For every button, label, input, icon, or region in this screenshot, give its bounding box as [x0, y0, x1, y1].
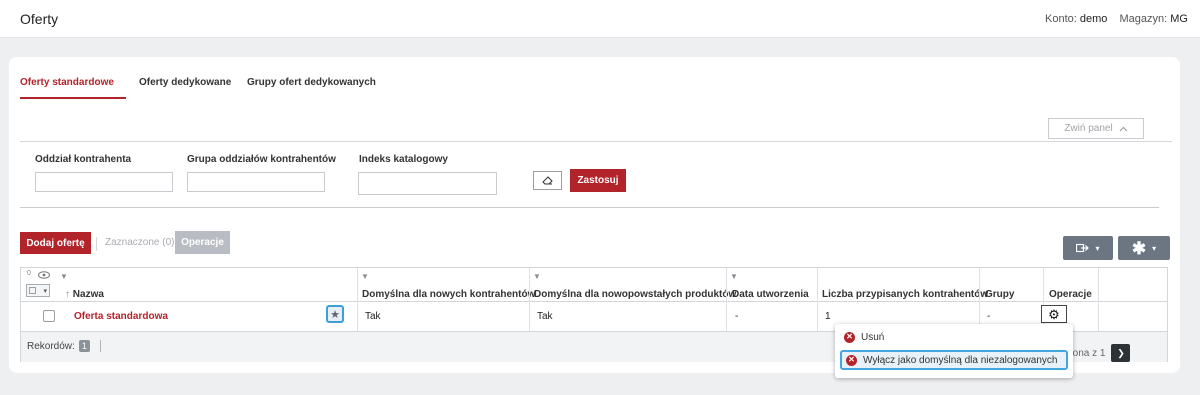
tab-dedicated-offer-groups[interactable]: Grupy ofert dedykowanych	[247, 77, 376, 99]
column-header-default-new-products[interactable]: Domyślna dla nowopowstałych produktów	[534, 289, 736, 300]
menu-item-delete[interactable]: ✕ Usuń	[840, 327, 1068, 347]
sort-asc-icon: ↑	[65, 289, 70, 300]
page-title: Oferty	[20, 11, 59, 27]
export-icon	[1076, 243, 1090, 253]
eye-icon[interactable]	[38, 271, 50, 279]
x-circle-icon: ✕	[846, 354, 857, 366]
star-icon: ★	[330, 308, 340, 321]
menu-item-disable-default-guests[interactable]: ✕ Wyłącz jako domyślną dla niezalogowany…	[840, 350, 1068, 370]
offer-name-link[interactable]: Oferta standardowa	[74, 311, 168, 322]
cell-groups: -	[987, 311, 991, 322]
operations-button[interactable]: Operacje	[175, 231, 230, 254]
row-operations-button[interactable]: ⚙	[1041, 305, 1067, 323]
gear-icon: ⚙	[1048, 306, 1060, 322]
column-header-operations: Operacje	[1049, 289, 1092, 300]
row-checkbox[interactable]	[43, 310, 55, 322]
account-info: Konto: demo Magazyn: MG	[1045, 13, 1188, 25]
footer-divider	[99, 340, 101, 352]
default-star-button[interactable]: ★	[326, 305, 344, 323]
caret-down-icon: ▾	[43, 287, 47, 295]
filter-label-contractor-branch: Oddział kontrahenta	[35, 154, 132, 165]
column-header-contractors-count[interactable]: Liczba przypisanych kontrahentów	[822, 289, 988, 300]
apply-filters-button[interactable]: Zastosuj	[570, 169, 626, 192]
grid-header: 0 ▼ ▾ ↑ Nazwa ▼ Domyślna dla nowych kont…	[21, 268, 1167, 302]
top-header: Oferty Konto: demo Magazyn: MG	[0, 0, 1200, 38]
records-info: Rekordów: 1	[27, 340, 101, 352]
account-label: Konto:	[1045, 13, 1077, 25]
filter-label-catalog-index: Indeks katalogowy	[359, 154, 448, 165]
visible-columns-count: 0	[27, 270, 31, 277]
warehouse-label: Magazyn:	[1119, 13, 1168, 25]
row-operations-menu: ✕ Usuń ✕ Wyłącz jako domyślną dla niezal…	[835, 324, 1073, 378]
filter-icon[interactable]: ▼	[361, 272, 369, 281]
filter-icon[interactable]: ▼	[60, 272, 68, 281]
add-offer-button[interactable]: Dodaj ofertę	[20, 232, 91, 254]
column-header-name[interactable]: ↑ Nazwa	[65, 289, 104, 300]
menu-item-label: Usuń	[861, 331, 885, 343]
panel-divider	[20, 141, 1172, 142]
eraser-icon	[541, 176, 553, 185]
x-circle-icon: ✕	[844, 331, 855, 343]
column-label-name: Nazwa	[72, 289, 104, 300]
chevron-up-icon	[1119, 126, 1128, 131]
collapse-panel-label: Zwiń panel	[1064, 123, 1113, 134]
cell-contractors-count: 1	[825, 311, 831, 322]
filters-divider	[20, 207, 1159, 208]
filter-label-branch-group: Grupa oddziałów kontrahentów	[187, 154, 336, 165]
cell-created: -	[735, 311, 739, 322]
column-header-default-new-contractors[interactable]: Domyślna dla nowych kontrahentów	[362, 289, 535, 300]
checkbox-icon	[29, 287, 36, 294]
filter-icon[interactable]: ▼	[730, 272, 738, 281]
records-label: Rekordów:	[27, 340, 75, 352]
chevron-right-icon: ❯	[1117, 347, 1125, 358]
clear-filters-button[interactable]	[533, 171, 562, 190]
branch-group-input[interactable]	[187, 172, 325, 192]
catalog-index-input[interactable]	[358, 172, 497, 195]
contractor-branch-input[interactable]	[35, 172, 173, 192]
export-button[interactable]: ▾	[1063, 236, 1113, 260]
asterisk-icon: ✱	[1131, 238, 1147, 258]
column-header-groups[interactable]: Grupy	[985, 289, 1014, 300]
select-all-dropdown[interactable]: ▾	[26, 284, 50, 297]
menu-item-label: Wyłącz jako domyślną dla niezalogowanych	[863, 354, 1058, 366]
warehouse-value[interactable]: MG	[1170, 13, 1188, 25]
tools-button[interactable]: ✱ ▾	[1118, 236, 1170, 260]
selected-count: Zaznaczone (0)	[96, 237, 174, 251]
records-count: 1	[78, 340, 90, 352]
caret-down-icon: ▾	[1095, 243, 1100, 253]
next-page-button[interactable]: ❯	[1111, 344, 1131, 362]
cell-default-new-contractors: Tak	[365, 311, 381, 322]
caret-down-icon: ▾	[1152, 243, 1157, 253]
cell-default-new-products: Tak	[537, 311, 553, 322]
tab-standard-offers[interactable]: Oferty standardowe	[20, 77, 126, 99]
account-value[interactable]: demo	[1080, 13, 1108, 25]
tab-dedicated-offers[interactable]: Oferty dedykowane	[139, 77, 231, 99]
column-header-created[interactable]: Data utworzenia	[732, 289, 809, 300]
collapse-panel-button[interactable]: Zwiń panel	[1048, 118, 1144, 139]
filter-icon[interactable]: ▼	[533, 272, 541, 281]
